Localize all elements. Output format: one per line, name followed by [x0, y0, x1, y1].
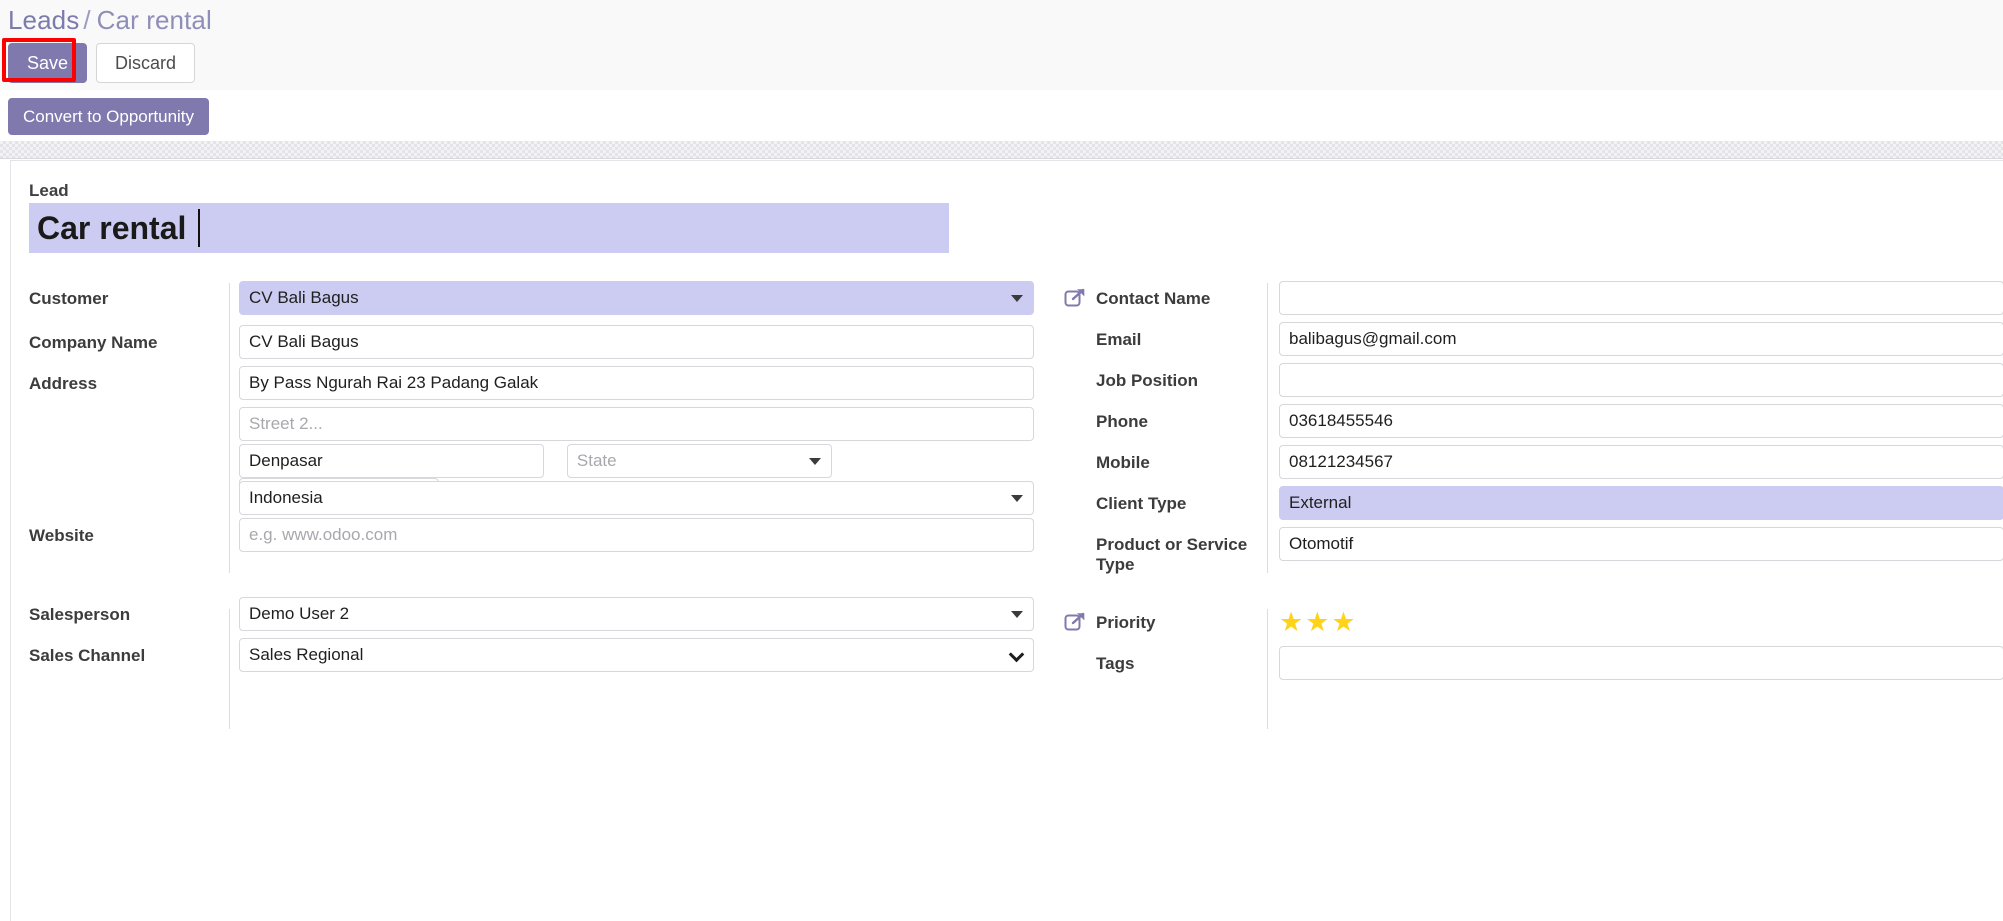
- priority-star-rating[interactable]: ★★★: [1279, 607, 1358, 637]
- field-row-address-city-state-zip: [29, 442, 1039, 512]
- form-right-column: Contact Name Email Job Position Phone: [1064, 279, 2003, 729]
- field-row-mobile: Mobile: [1064, 443, 2003, 484]
- field-row-email: Email: [1064, 320, 2003, 361]
- website-control: [239, 518, 1034, 552]
- field-row-client-type: Client Type: [1064, 484, 2003, 525]
- email-field[interactable]: [1279, 322, 2003, 356]
- hatched-separator: [0, 141, 2003, 159]
- job-position-control: [1279, 363, 2003, 397]
- address-country-control: [239, 481, 1034, 515]
- internal-link-icon[interactable]: [1064, 287, 1086, 309]
- tags-control: [1279, 646, 2003, 680]
- email-label: Email: [1096, 330, 1142, 349]
- customer-dropdown[interactable]: [239, 281, 1034, 315]
- left-group-sales: Salesperson Sales Channel: [29, 595, 1039, 677]
- field-row-tags: Tags: [1064, 644, 2003, 685]
- product-or-service-type-label: Product or Service Type: [1096, 535, 1248, 574]
- address-city-input[interactable]: [239, 444, 544, 478]
- right-group-contact: Contact Name Email Job Position Phone: [1064, 279, 2003, 585]
- website-input[interactable]: [239, 518, 1034, 552]
- phone-input[interactable]: [1279, 404, 2003, 438]
- tags-label: Tags: [1096, 654, 1135, 673]
- contact-name-input[interactable]: [1279, 281, 2003, 315]
- product-or-service-type-control: [1279, 527, 2003, 561]
- company-name-input[interactable]: [239, 325, 1034, 359]
- address-street2-control: [239, 407, 1034, 441]
- customer-input[interactable]: [239, 281, 1034, 315]
- breadcrumb-root[interactable]: Leads: [8, 5, 79, 35]
- field-row-address-country: [29, 479, 1039, 516]
- field-row-sales-channel: Sales Channel: [29, 636, 1039, 677]
- customer-control: [239, 281, 1034, 315]
- salesperson-input[interactable]: [239, 597, 1034, 631]
- salesperson-dropdown[interactable]: [239, 597, 1034, 631]
- lead-title-input[interactable]: [29, 203, 949, 253]
- company-name-control: [239, 325, 1034, 359]
- mobile-label: Mobile: [1096, 453, 1150, 472]
- address-country-input[interactable]: [239, 481, 1034, 515]
- client-type-control: [1279, 486, 2003, 520]
- priority-label: Priority: [1096, 613, 1156, 632]
- address-label: Address: [29, 374, 98, 393]
- address-country-dropdown[interactable]: [239, 481, 1034, 515]
- right-group-priority-tags: Priority ★★★ Tags: [1064, 603, 2003, 685]
- field-row-phone: Phone: [1064, 402, 2003, 443]
- breadcrumb-current: Car rental: [96, 5, 212, 35]
- sales-channel-input[interactable]: [239, 638, 1034, 672]
- discard-button[interactable]: Discard: [96, 43, 196, 83]
- field-row-priority: Priority ★★★: [1064, 603, 2003, 644]
- job-position-label: Job Position: [1096, 371, 1198, 390]
- field-row-address-street2: [29, 405, 1039, 442]
- field-row-website: Website: [29, 516, 1039, 556]
- field-row-product-or-service-type: Product or Service Type: [1064, 525, 2003, 585]
- form-left-column: Customer Company Name Address: [29, 279, 1039, 729]
- sales-channel-control: [239, 638, 1034, 672]
- form-sheet: Lead Customer Company Name: [10, 160, 2003, 921]
- job-position-input[interactable]: [1279, 363, 2003, 397]
- address-state-dropdown[interactable]: [566, 444, 832, 478]
- field-row-contact-name: Contact Name: [1064, 279, 2003, 320]
- action-bar: Convert to Opportunity: [0, 90, 2003, 140]
- field-row-customer: Customer: [29, 279, 1039, 323]
- save-button[interactable]: Save: [8, 43, 88, 83]
- breadcrumb-separator: /: [83, 5, 91, 35]
- phone-control: [1279, 404, 2003, 438]
- convert-to-opportunity-button[interactable]: Convert to Opportunity: [8, 98, 210, 135]
- text-cursor: [198, 209, 200, 247]
- phone-label: Phone: [1096, 412, 1148, 431]
- website-label: Website: [29, 526, 94, 545]
- customer-label: Customer: [29, 289, 109, 308]
- product-or-service-type-input[interactable]: [1279, 527, 2003, 561]
- field-row-address-street1: Address: [29, 364, 1039, 405]
- toolbar-buttons: Save Discard: [0, 43, 196, 83]
- address-state-input[interactable]: [566, 444, 832, 478]
- field-row-job-position: Job Position: [1064, 361, 2003, 402]
- client-type-input[interactable]: [1279, 486, 2003, 520]
- lead-section-label: Lead: [29, 181, 69, 200]
- address-street1-control: [239, 366, 1034, 400]
- client-type-label: Client Type: [1096, 494, 1187, 513]
- sales-channel-select[interactable]: [239, 638, 1034, 672]
- salesperson-label: Salesperson: [29, 605, 131, 624]
- breadcrumb: Leads / Car rental: [8, 5, 212, 36]
- address-street1-input[interactable]: [239, 366, 1034, 400]
- field-row-salesperson: Salesperson: [29, 595, 1039, 636]
- field-row-company-name: Company Name: [29, 323, 1039, 364]
- mobile-control: [1279, 445, 2003, 479]
- tags-input[interactable]: [1279, 646, 2003, 680]
- sales-channel-label: Sales Channel: [29, 646, 146, 665]
- company-name-label: Company Name: [29, 333, 158, 352]
- contact-name-control: [1279, 281, 2003, 315]
- salesperson-control: [239, 597, 1034, 631]
- email-control: [1279, 322, 2003, 356]
- contact-name-label: Contact Name: [1096, 289, 1211, 308]
- mobile-input[interactable]: [1279, 445, 2003, 479]
- address-street2-input[interactable]: [239, 407, 1034, 441]
- internal-link-icon[interactable]: [1064, 611, 1086, 633]
- left-group-main: Customer Company Name Address: [29, 279, 1039, 556]
